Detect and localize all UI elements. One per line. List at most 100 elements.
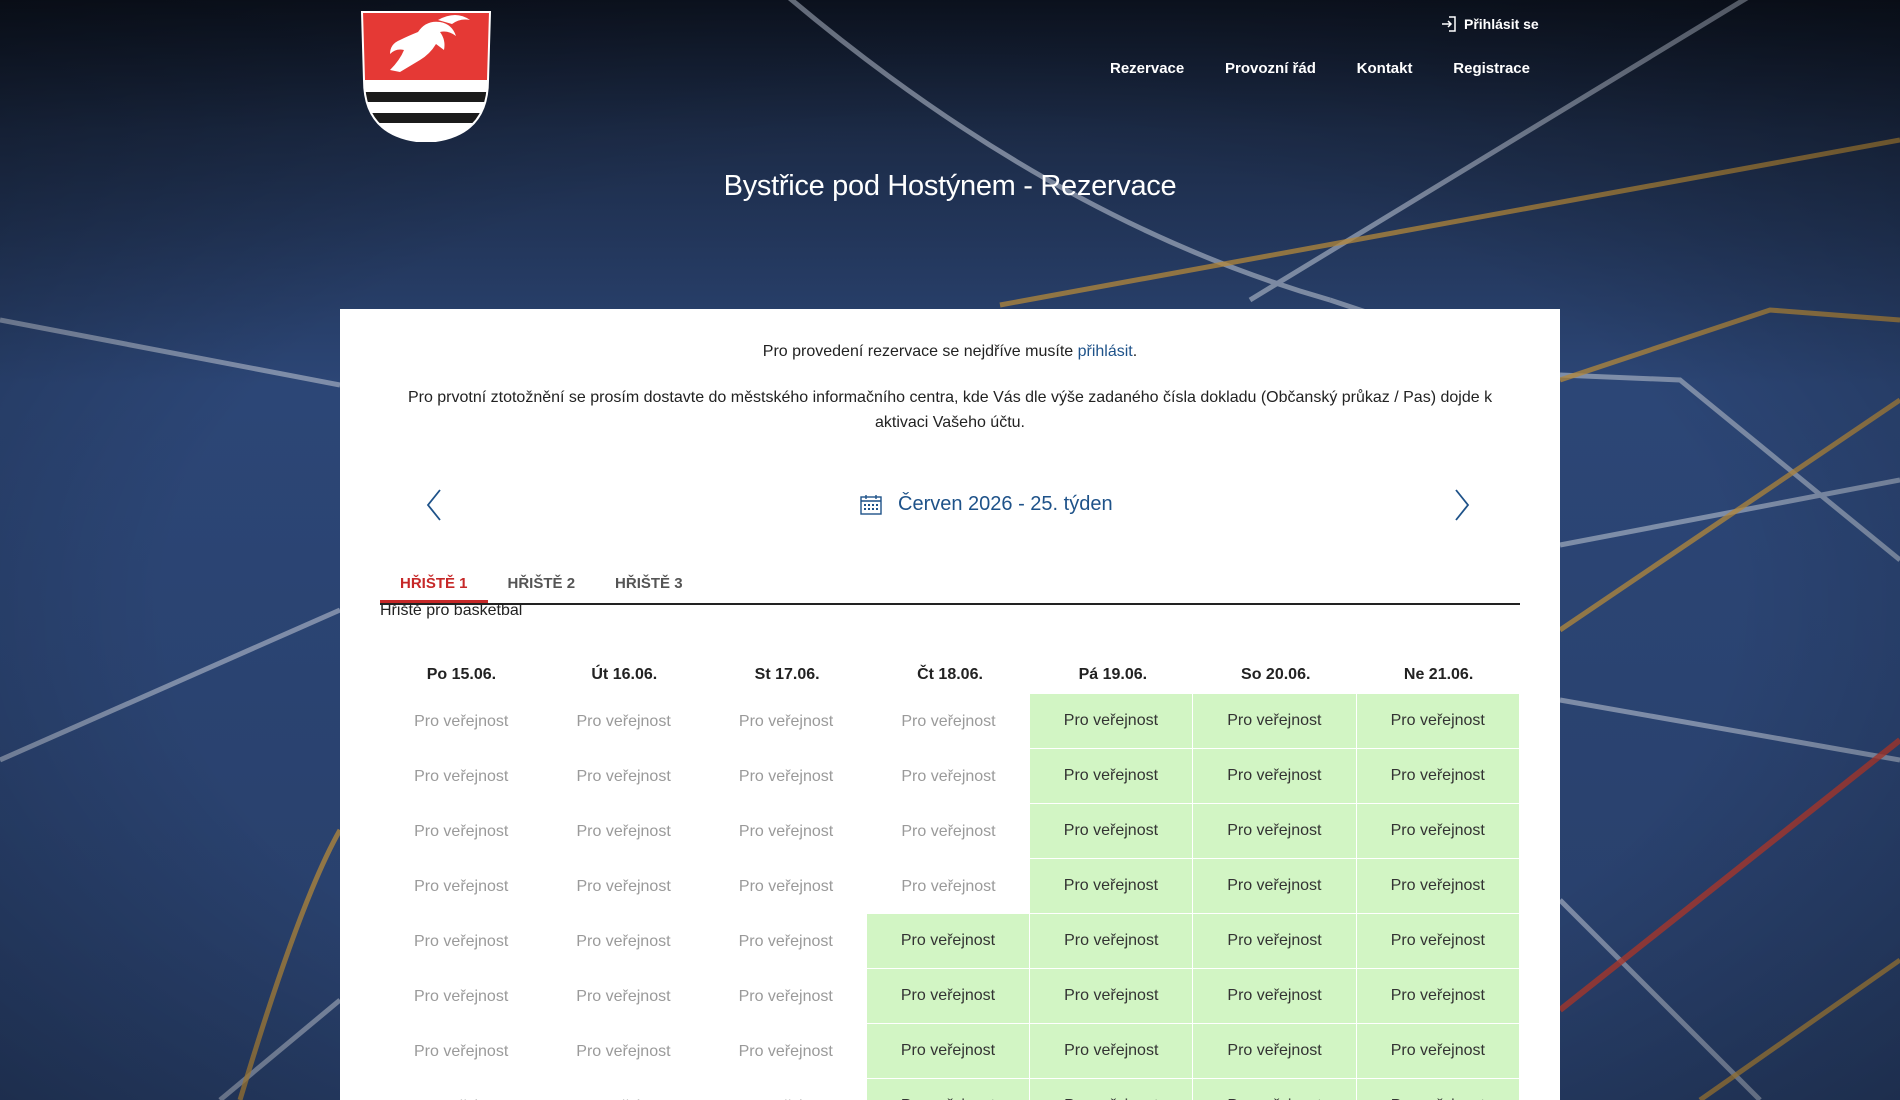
- coat-of-arms-icon: [360, 11, 492, 144]
- slot-available[interactable]: Pro veřejnost: [1029, 694, 1194, 749]
- slot-available[interactable]: Pro veřejnost: [1193, 969, 1357, 1024]
- slot-unavailable: Pro veřejnost: [705, 1079, 867, 1100]
- slot-available[interactable]: Pro veřejnost: [1193, 1024, 1357, 1079]
- court-tabs: HŘIŠTĚ 1 HŘIŠTĚ 2 HŘIŠTĚ 3: [380, 565, 1520, 605]
- slot-unavailable: Pro veřejnost: [901, 712, 996, 730]
- slot-unavailable: Pro veřejnost: [414, 877, 509, 895]
- week-label: Červen 2026 - 25. týden: [898, 493, 1113, 515]
- slot-unavailable: Pro veřejnost: [576, 877, 671, 895]
- slot-unavailable: Pro veřejnost: [901, 877, 996, 895]
- slot-available[interactable]: Pro veřejnost: [1030, 914, 1194, 969]
- slot-unavailable: Pro veřejnost: [738, 877, 834, 895]
- day-header: Ne 21.06.: [1403, 666, 1474, 683]
- login-icon: [1442, 16, 1456, 32]
- slot-available[interactable]: Pro veřejnost: [866, 1024, 1031, 1079]
- slot-available[interactable]: Pro veřejnost: [1193, 749, 1357, 804]
- slot-available[interactable]: Pro veřejnost: [1029, 749, 1194, 804]
- tab-hriste-2[interactable]: HŘIŠTĚ 2: [488, 565, 596, 603]
- slot-available[interactable]: Pro veřejnost: [866, 969, 1031, 1024]
- slot-available[interactable]: Pro veřejnost: [1356, 1024, 1520, 1079]
- slot-available[interactable]: Pro veřejnost: [1029, 859, 1194, 914]
- tab-hriste-3[interactable]: HŘIŠTĚ 3: [595, 565, 703, 603]
- city-logo[interactable]: [360, 10, 492, 144]
- nav-registrace[interactable]: Registrace: [1443, 60, 1540, 77]
- slot-unavailable: Pro veřejnost: [576, 712, 671, 730]
- login-label: Přihlásit se: [1464, 16, 1539, 32]
- activation-notice: Pro prvotní ztotožnění se prosím dostavt…: [407, 389, 1493, 431]
- nav-kontakt[interactable]: Kontakt: [1347, 60, 1423, 77]
- slot-unavailable: Pro veřejnost: [576, 987, 671, 1005]
- nav-rezervace[interactable]: Rezervace: [1100, 60, 1194, 77]
- login-notice-text: Pro provedení rezervace se nejdříve musí…: [762, 343, 1078, 360]
- slot-available[interactable]: Pro veřejnost: [1030, 1024, 1194, 1079]
- slot-unavailable: Pro veřejnost: [542, 1079, 704, 1100]
- slot-unavailable: Pro veřejnost: [576, 822, 671, 840]
- slot-unavailable: Pro veřejnost: [738, 712, 834, 730]
- slot-unavailable: Pro veřejnost: [576, 932, 671, 950]
- week-navigation: Červen 2026 - 25. týden: [380, 479, 1520, 529]
- slot-unavailable: Pro veřejnost: [738, 1042, 833, 1060]
- slot-available[interactable]: Pro veřejnost: [1356, 914, 1520, 969]
- slot-available[interactable]: Pro veřejnost: [1356, 969, 1520, 1024]
- slot-unavailable: Pro veřejnost: [414, 932, 509, 950]
- calendar-icon: [860, 494, 882, 515]
- slot-available[interactable]: Pro veřejnost: [1356, 1079, 1520, 1100]
- slot-unavailable: Pro veřejnost: [738, 987, 833, 1005]
- day-header: Čt 18.06.: [917, 666, 983, 683]
- chevron-left-icon: [426, 489, 441, 521]
- slot-available[interactable]: Pro veřejnost: [1029, 804, 1194, 859]
- main-nav: Rezervace Provozní řád Kontakt Registrac…: [1100, 60, 1540, 77]
- day-header: Pá 19.06.: [1078, 666, 1148, 683]
- next-week-button[interactable]: [1450, 487, 1474, 523]
- day-header: Po 15.06.: [426, 666, 497, 683]
- slot-unavailable: Pro veřejnost: [414, 767, 509, 785]
- day-header: Út 16.06.: [591, 666, 658, 683]
- slot-available[interactable]: Pro veřejnost: [1193, 694, 1357, 749]
- slot-available[interactable]: Pro veřejnost: [1356, 859, 1520, 914]
- slot-available[interactable]: Pro veřejnost: [866, 1079, 1031, 1100]
- tab-hriste-1[interactable]: HŘIŠTĚ 1: [380, 565, 488, 603]
- nav-provozni-rad[interactable]: Provozní řád: [1215, 60, 1326, 77]
- slot-unavailable: Pro veřejnost: [414, 987, 509, 1005]
- slot-available[interactable]: Pro veřejnost: [1193, 804, 1357, 859]
- reservation-card: Pro provedení rezervace se nejdříve musí…: [340, 309, 1560, 1100]
- slot-available[interactable]: Pro veřejnost: [1356, 804, 1520, 859]
- slot-unavailable: Pro veřejnost: [414, 712, 509, 730]
- slot-unavailable: Pro veřejnost: [738, 767, 834, 785]
- slot-available[interactable]: Pro veřejnost: [866, 914, 1031, 969]
- schedule-table: Po 15.06. Út 16.06. St 17.06. Čt 18.06. Pá 1…: [380, 649, 1520, 1100]
- login-notice-end: .: [1132, 343, 1138, 360]
- login-link[interactable]: Přihlásit se: [1440, 14, 1539, 34]
- previous-week-button[interactable]: [422, 487, 446, 523]
- slot-available[interactable]: Pro veřejnost: [1030, 969, 1194, 1024]
- day-header: So 20.06.: [1241, 666, 1311, 683]
- slot-unavailable: Pro veřejnost: [414, 1042, 509, 1060]
- slot-unavailable: Pro veřejnost: [380, 1079, 542, 1100]
- slot-row: Pro veřejnostPro veřejnostPro veřejnostP…: [380, 804, 1520, 859]
- slot-unavailable: Pro veřejnost: [901, 767, 996, 785]
- slot-unavailable: Pro veřejnost: [901, 822, 996, 840]
- slot-unavailable: Pro veřejnost: [414, 822, 509, 840]
- page-title: Bystřice pod Hostýnem - Rezervace: [723, 170, 1177, 202]
- slot-unavailable: Pro veřejnost: [576, 767, 671, 785]
- chevron-right-icon: [1455, 489, 1470, 521]
- slot-available[interactable]: Pro veřejnost: [1193, 859, 1357, 914]
- slot-row: Pro veřejnostPro veřejnostPro veřejnostP…: [380, 1024, 1520, 1079]
- slot-row: Pro veřejnostPro veřejnostPro veřejnostP…: [380, 749, 1520, 804]
- slot-unavailable: Pro veřejnost: [738, 932, 833, 950]
- day-headers: Po 15.06. Út 16.06. St 17.06. Čt 18.06. Pá 1…: [380, 649, 1520, 694]
- slot-available[interactable]: Pro veřejnost: [1356, 694, 1520, 749]
- login-notice: Pro provedení rezervace se nejdříve musí…: [380, 339, 1520, 364]
- slot-unavailable: Pro veřejnost: [576, 1042, 671, 1060]
- day-header: St 17.06.: [754, 666, 820, 683]
- slot-row: Pro veřejnostPro veřejnostPro veřejnostP…: [380, 914, 1520, 969]
- slot-available[interactable]: Pro veřejnost: [1030, 1079, 1194, 1100]
- slot-row: Pro veřejnostPro veřejnostPro veřejnostP…: [380, 969, 1520, 1024]
- slot-available[interactable]: Pro veřejnost: [1356, 749, 1520, 804]
- slot-available[interactable]: Pro veřejnost: [1193, 914, 1357, 969]
- week-selector[interactable]: Červen 2026 - 25. týden: [860, 493, 1113, 516]
- slot-rows: Pro veřejnost Pro veřejnost Pro veřejnost P…: [380, 694, 1520, 1100]
- slot-available[interactable]: Pro veřejnost: [1193, 1079, 1357, 1100]
- login-notice-link[interactable]: přihlásit: [1078, 343, 1133, 360]
- slot-row: Pro veřejnostPro veřejnostPro veřejnostP…: [380, 694, 1520, 749]
